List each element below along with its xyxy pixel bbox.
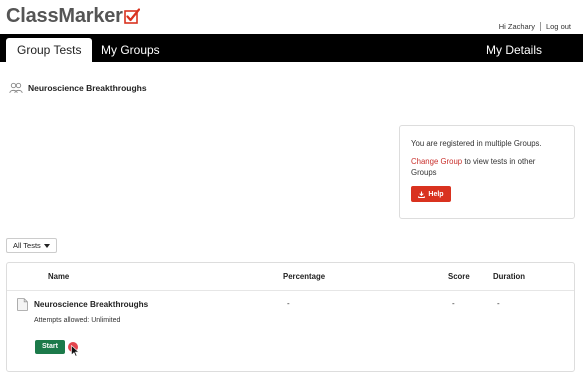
- header-name: Name: [48, 272, 70, 281]
- classmarker-logo[interactable]: ClassMarker: [6, 3, 140, 27]
- group-heading: Neuroscience Breakthroughs: [9, 82, 147, 94]
- caret-down-icon: [43, 243, 50, 248]
- tests-table: Name Percentage Score Duration Neuroscie…: [6, 262, 575, 372]
- cell-score: -: [452, 299, 455, 308]
- help-label: Help: [428, 190, 444, 198]
- mouse-pointer-icon: [71, 345, 80, 357]
- test-name: Neuroscience Breakthroughs: [34, 300, 149, 309]
- download-icon: [418, 190, 426, 198]
- logo-text: ClassMarker: [6, 5, 123, 27]
- multiple-groups-notice: You are registered in multiple Groups. C…: [399, 125, 575, 219]
- header-percentage: Percentage: [283, 272, 326, 281]
- change-group-link[interactable]: Change Group: [411, 157, 462, 166]
- logout-link[interactable]: Log out: [546, 22, 571, 31]
- divider: [539, 22, 541, 31]
- help-button[interactable]: Help: [411, 186, 451, 202]
- cell-duration: -: [497, 299, 500, 308]
- group-name: Neuroscience Breakthroughs: [28, 83, 147, 93]
- checkbox-check-icon: [123, 8, 140, 24]
- attempts-allowed: Attempts allowed: Unlimited: [34, 317, 121, 324]
- greeting-link[interactable]: Hi Zachary: [499, 22, 535, 31]
- filter-selected: All Tests: [13, 241, 41, 250]
- user-links: Hi Zachary Log out: [499, 22, 571, 31]
- change-group-text: Change Group to view tests in other Grou…: [411, 156, 563, 178]
- tab-my-details[interactable]: My Details: [475, 38, 553, 62]
- notice-text: You are registered in multiple Groups.: [411, 139, 542, 148]
- header-score: Score: [448, 272, 470, 281]
- tab-my-groups[interactable]: My Groups: [90, 38, 171, 62]
- start-button[interactable]: Start: [35, 340, 65, 354]
- cell-percentage: -: [287, 299, 290, 308]
- users-icon: [9, 82, 23, 94]
- header-duration: Duration: [493, 272, 526, 281]
- document-icon: [17, 298, 28, 311]
- test-filter-dropdown[interactable]: All Tests: [6, 238, 57, 253]
- header-divider: [7, 290, 574, 291]
- tab-group-tests[interactable]: Group Tests: [6, 38, 93, 62]
- main-navbar: Group Tests My Groups My Details: [0, 34, 583, 62]
